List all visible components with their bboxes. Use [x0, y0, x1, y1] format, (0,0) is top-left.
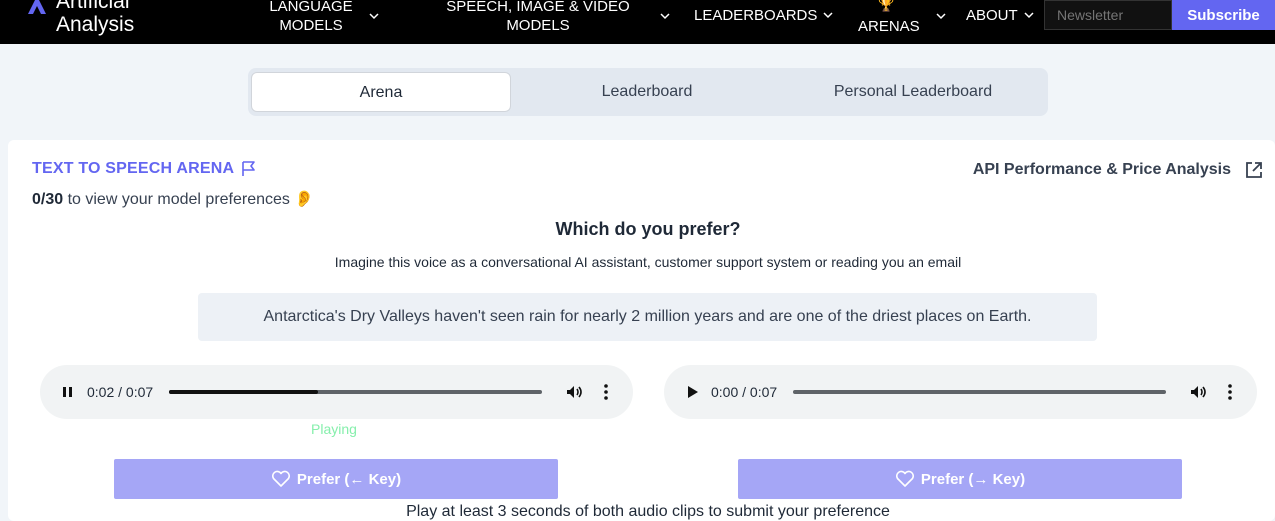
chevron-down-icon — [369, 13, 379, 20]
nav-speech-image-video[interactable]: SPEECH, IMAGE & VIDEO MODELS — [440, 0, 670, 38]
prefer-label: Prefer (→ Key) — [920, 470, 1026, 488]
chevron-down-icon — [1024, 12, 1034, 19]
brand-name: Artificial Analysis — [56, 0, 135, 36]
flag-icon[interactable] — [240, 160, 258, 178]
heart-icon — [895, 470, 914, 487]
nav-label: ARENAS — [858, 17, 920, 35]
nav-label: ABOUT — [966, 6, 1018, 24]
more-options-icon[interactable] — [596, 382, 616, 402]
audio-player-b: 0:00 / 0:07 — [664, 365, 1257, 419]
preference-progress: 0/30 to view your model preferences 👂 — [32, 189, 314, 209]
prefer-left-button[interactable]: Prefer (← Key) — [114, 459, 558, 499]
volume-icon[interactable] — [564, 382, 584, 402]
audio-seek-bar[interactable] — [793, 390, 1166, 394]
volume-icon[interactable] — [1188, 382, 1208, 402]
logo-icon — [28, 0, 46, 14]
newsletter-input[interactable] — [1044, 0, 1172, 30]
progress-text: to view your model preferences — [63, 191, 295, 208]
more-options-icon[interactable] — [1220, 382, 1240, 402]
tab-personal-leaderboard[interactable]: Personal Leaderboard — [780, 72, 1046, 112]
top-nav: Artificial Analysis LANGUAGE MODELS SPEE… — [0, 0, 1275, 44]
prompt-sentence: Antarctica's Dry Valleys haven't seen ra… — [198, 293, 1097, 341]
tab-leaderboard[interactable]: Leaderboard — [514, 72, 780, 112]
chevron-down-icon — [936, 13, 946, 20]
submit-hint: Play at least 3 seconds of both audio cl… — [406, 503, 890, 520]
nav-label: SPEECH, IMAGE & VIDEO MODELS — [446, 0, 630, 34]
ear-icon: 👂 — [294, 191, 315, 208]
external-link-icon[interactable] — [1244, 160, 1264, 180]
audio-player-a: 0:02 / 0:07 — [40, 365, 633, 419]
nav-about[interactable]: ABOUT — [966, 0, 1034, 30]
logo[interactable]: Artificial Analysis — [0, 0, 150, 44]
api-analysis-link[interactable]: API Performance & Price Analysis — [973, 161, 1231, 179]
instruction-text: Imagine this voice as a conversational A… — [334, 254, 962, 270]
prefer-right-button[interactable]: Prefer (→ Key) — [738, 459, 1182, 499]
pause-icon[interactable] — [58, 382, 78, 402]
question-title: Which do you prefer? — [555, 219, 741, 239]
chevron-down-icon — [823, 12, 833, 19]
arena-title: TEXT TO SPEECH ARENA — [32, 160, 235, 177]
prefer-label: Prefer (← Key) — [296, 470, 402, 488]
audio-seek-progress — [169, 390, 319, 394]
tab-arena[interactable]: Arena — [251, 72, 511, 112]
play-icon[interactable] — [682, 382, 702, 402]
nav-arenas[interactable]: ARENAS — [858, 0, 946, 38]
nav-label: LEADERBOARDS — [694, 6, 818, 24]
audio-time: 0:02 / 0:07 — [87, 384, 154, 400]
heart-icon — [271, 470, 290, 487]
audio-seek-bar[interactable] — [169, 390, 542, 394]
nav-leaderboards[interactable]: LEADERBOARDS — [694, 0, 833, 30]
chevron-down-icon — [660, 13, 670, 20]
nav-label: LANGUAGE MODELS — [269, 0, 353, 34]
view-tabs: Arena Leaderboard Personal Leaderboard — [248, 68, 1048, 116]
audio-time: 0:00 / 0:07 — [711, 384, 778, 400]
progress-count: 0/30 — [32, 191, 64, 208]
subscribe-button[interactable]: Subscribe — [1172, 0, 1275, 30]
playing-status: Playing — [311, 421, 357, 437]
arena-card: TEXT TO SPEECH ARENA 0/30 to view your m… — [8, 140, 1275, 521]
nav-language-models[interactable]: LANGUAGE MODELS — [265, 0, 379, 38]
